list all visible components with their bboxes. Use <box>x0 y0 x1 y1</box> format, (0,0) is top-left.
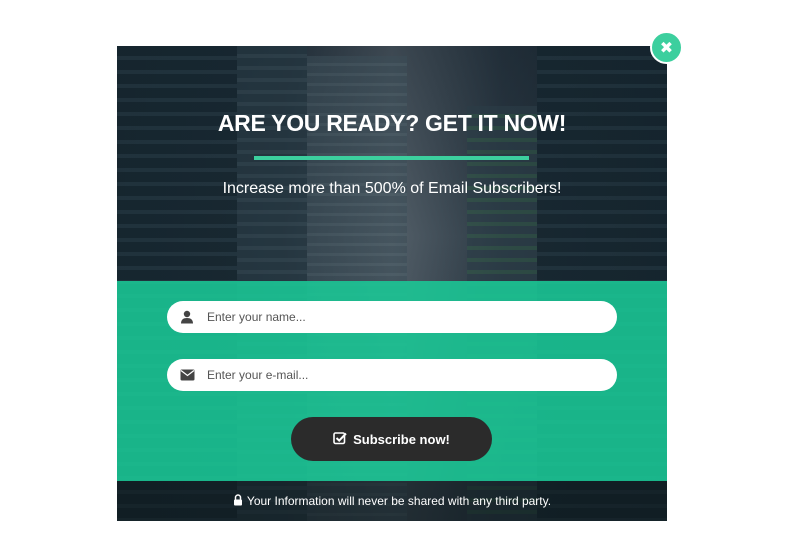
envelope-icon <box>167 359 207 391</box>
subscribe-popup: ARE YOU READY? GET IT NOW! Increase more… <box>117 46 667 521</box>
email-field[interactable] <box>167 359 617 391</box>
user-icon <box>167 301 207 333</box>
privacy-text: Your Information will never be shared wi… <box>246 494 552 508</box>
checkbox-icon <box>333 431 347 448</box>
lock-icon <box>233 493 243 509</box>
popup-title: ARE YOU READY? GET IT NOW! <box>217 110 567 136</box>
form-section: Subscribe now! <box>117 281 667 481</box>
name-field[interactable] <box>167 301 617 333</box>
subscribe-label: Subscribe now! <box>353 431 450 447</box>
privacy-note: Your Information will never be shared wi… <box>117 481 667 521</box>
email-input[interactable] <box>207 361 617 389</box>
title-underline <box>254 156 529 160</box>
popup-subtitle: Increase more than 500% of Email Subscri… <box>222 180 562 197</box>
close-button[interactable]: ✖ <box>650 31 683 64</box>
close-icon: ✖ <box>659 38 674 57</box>
name-input[interactable] <box>207 303 617 331</box>
subscribe-button[interactable]: Subscribe now! <box>291 417 492 461</box>
